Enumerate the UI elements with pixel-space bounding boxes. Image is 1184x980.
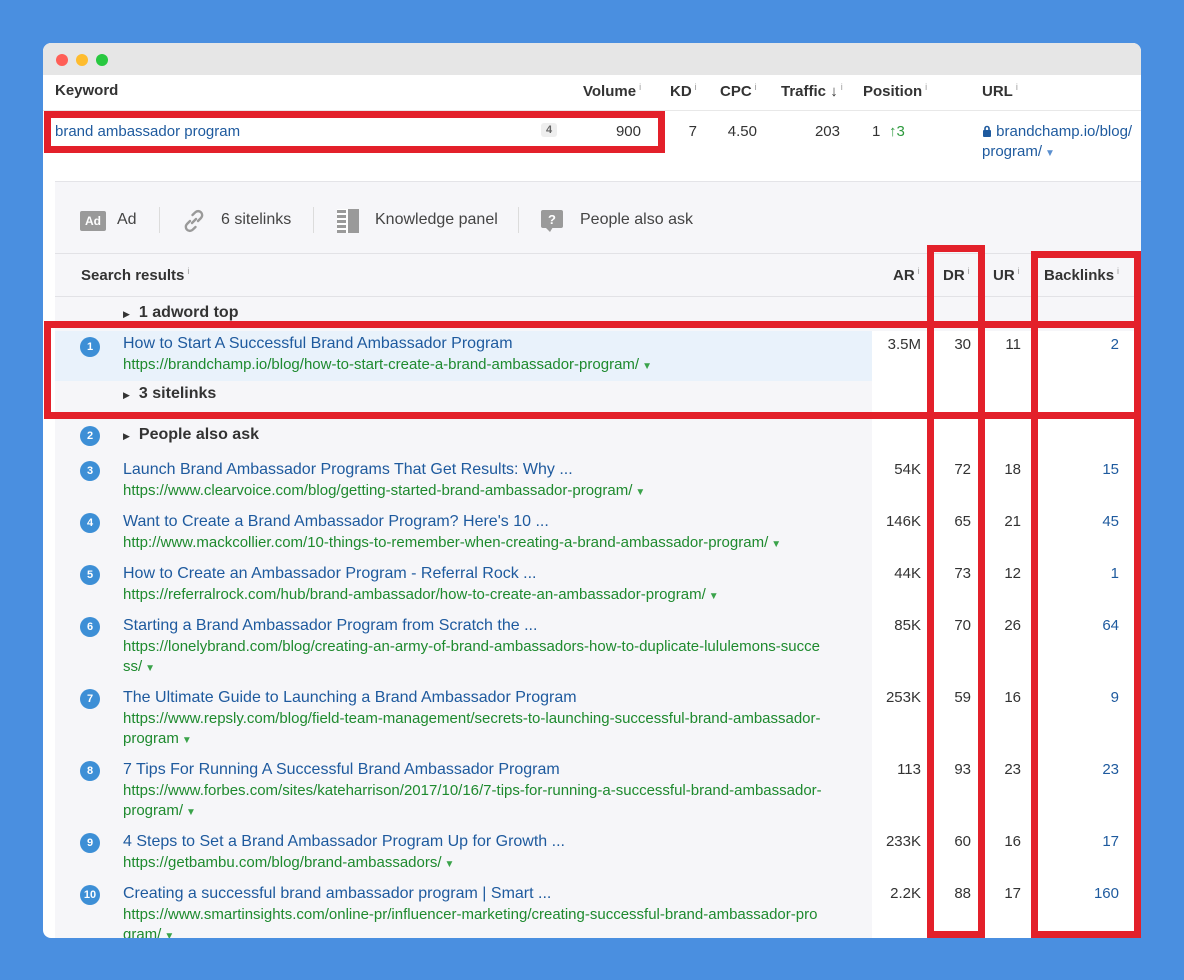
- result-url[interactable]: http://www.mackcollier.com/10-things-to-…: [123, 534, 781, 551]
- rank-badge: 7: [80, 689, 100, 709]
- result-title-link[interactable]: Launch Brand Ambassador Programs That Ge…: [123, 461, 573, 479]
- divider: [313, 207, 314, 233]
- result-url[interactable]: https://www.smartinsights.com/online-pr/…: [123, 906, 817, 923]
- ur-value: 12: [1004, 565, 1021, 582]
- url-header[interactable]: URL i: [982, 82, 1018, 100]
- sort-desc-icon: ↓: [830, 83, 838, 100]
- chevron-down-icon[interactable]: ▼: [635, 487, 645, 498]
- result-url[interactable]: https://www.repsly.com/blog/field-team-m…: [123, 710, 821, 727]
- ar-value: 146K: [885, 513, 921, 530]
- chevron-down-icon[interactable]: ▼: [164, 931, 174, 938]
- title-bar: [43, 43, 1141, 75]
- rank-badge: 4: [80, 513, 100, 533]
- result-title-link[interactable]: Starting a Brand Ambassador Program from…: [123, 617, 537, 635]
- rank-badge: 5: [80, 565, 100, 585]
- ur-value: 16: [1004, 833, 1021, 850]
- chevron-down-icon[interactable]: ▼: [771, 539, 781, 550]
- ur-header[interactable]: UR i: [993, 266, 1020, 284]
- highlight-box-keyword: [44, 111, 665, 153]
- minimize-window-button[interactable]: [76, 54, 88, 66]
- result-title-link[interactable]: 7 Tips For Running A Successful Brand Am…: [123, 761, 560, 779]
- ur-value: 26: [1004, 617, 1021, 634]
- result-url[interactable]: https://getbambu.com/blog/brand-ambassad…: [123, 854, 454, 871]
- ar-value: 44K: [894, 565, 921, 582]
- ranking-url-link[interactable]: brandchamp.io/blog/: [982, 123, 1132, 140]
- divider: [518, 207, 519, 233]
- ar-value: 2.2K: [890, 885, 921, 902]
- ar-value: 54K: [894, 461, 921, 478]
- position-change: ↑3: [889, 123, 905, 140]
- result-url[interactable]: https://referralrock.com/hub/brand-ambas…: [123, 586, 719, 603]
- cpc-value: 4.50: [727, 123, 757, 140]
- rank-badge: 9: [80, 833, 100, 853]
- adword-toggle[interactable]: ▶ 1 adword top: [123, 304, 238, 322]
- rank-badge: 8: [80, 761, 100, 781]
- ar-value: 253K: [885, 689, 921, 706]
- chevron-down-icon[interactable]: ▼: [1045, 148, 1055, 159]
- lock-icon: [983, 125, 991, 137]
- question-icon: ?: [541, 210, 563, 228]
- ur-value: 23: [1004, 761, 1021, 778]
- keyword-header: Keyword: [55, 82, 119, 99]
- result-title-link[interactable]: 4 Steps to Set a Brand Ambassador Progra…: [123, 833, 565, 851]
- kd-value: 7: [688, 123, 697, 140]
- cpc-header[interactable]: CPC i: [720, 82, 757, 100]
- search-results-header: Search results i: [81, 266, 190, 284]
- result-url-line2[interactable]: gram/▼: [123, 926, 174, 938]
- ad-icon: Ad: [80, 211, 106, 231]
- close-window-button[interactable]: [56, 54, 68, 66]
- result-url-line2[interactable]: program ▼: [123, 730, 192, 747]
- result-title-link[interactable]: The Ultimate Guide to Launching a Brand …: [123, 689, 577, 707]
- ar-value: 85K: [894, 617, 921, 634]
- ar-value: 233K: [885, 833, 921, 850]
- people-also-ask-toggle[interactable]: ▶ People also ask: [123, 426, 259, 444]
- result-url[interactable]: https://lonelybrand.com/blog/creating-an…: [123, 638, 820, 655]
- chevron-down-icon[interactable]: ▼: [182, 735, 192, 746]
- traffic-header[interactable]: Traffic ↓ i: [781, 82, 843, 100]
- highlight-box-backlinks-column: [1031, 251, 1141, 938]
- ur-value: 16: [1004, 689, 1021, 706]
- result-url[interactable]: https://www.clearvoice.com/blog/getting-…: [123, 482, 645, 499]
- highlight-box-dr-column: [927, 245, 985, 938]
- triangle-right-icon: ▶: [123, 431, 130, 441]
- feature-people-also-ask[interactable]: People also ask: [580, 211, 693, 229]
- triangle-right-icon: ▶: [123, 309, 130, 319]
- result-title-link[interactable]: Want to Create a Brand Ambassador Progra…: [123, 513, 549, 531]
- feature-knowledge-panel[interactable]: Knowledge panel: [375, 211, 498, 229]
- rank-badge: 3: [80, 461, 100, 481]
- knowledge-panel-icon: [337, 209, 359, 233]
- result-url[interactable]: https://www.forbes.com/sites/kateharriso…: [123, 782, 822, 799]
- chevron-down-icon[interactable]: ▼: [186, 807, 196, 818]
- result-title-link[interactable]: Creating a successful brand ambassador p…: [123, 885, 551, 903]
- link-icon: [184, 209, 204, 233]
- chevron-down-icon[interactable]: ▼: [145, 663, 155, 674]
- chevron-down-icon[interactable]: ▼: [445, 859, 455, 870]
- rank-badge: 6: [80, 617, 100, 637]
- position-header[interactable]: Position i: [863, 82, 927, 100]
- question-icon-tail: [545, 227, 553, 232]
- result-url-line2[interactable]: program/▼: [123, 802, 196, 819]
- maximize-window-button[interactable]: [96, 54, 108, 66]
- position-value: 1: [872, 123, 881, 140]
- ar-header[interactable]: AR i: [893, 266, 920, 284]
- ar-value: 113: [897, 761, 921, 778]
- rank-badge: 10: [80, 885, 100, 905]
- ur-value: 21: [1004, 513, 1021, 530]
- ranking-url-link-line2[interactable]: program/▼: [982, 143, 1055, 160]
- traffic-value: 203: [814, 123, 840, 140]
- rank-badge: 2: [80, 426, 100, 446]
- volume-header[interactable]: Volume i: [583, 82, 641, 100]
- ur-value: 18: [1004, 461, 1021, 478]
- divider: [159, 207, 160, 233]
- kd-header[interactable]: KD i: [670, 82, 697, 100]
- result-title-link[interactable]: How to Create an Ambassador Program - Re…: [123, 565, 537, 583]
- feature-sitelinks[interactable]: 6 sitelinks: [221, 211, 291, 229]
- chevron-down-icon[interactable]: ▼: [709, 591, 719, 602]
- result-url-line2[interactable]: ss/▼: [123, 658, 155, 675]
- ur-value: 17: [1004, 885, 1021, 902]
- feature-ad[interactable]: Ad: [117, 211, 137, 229]
